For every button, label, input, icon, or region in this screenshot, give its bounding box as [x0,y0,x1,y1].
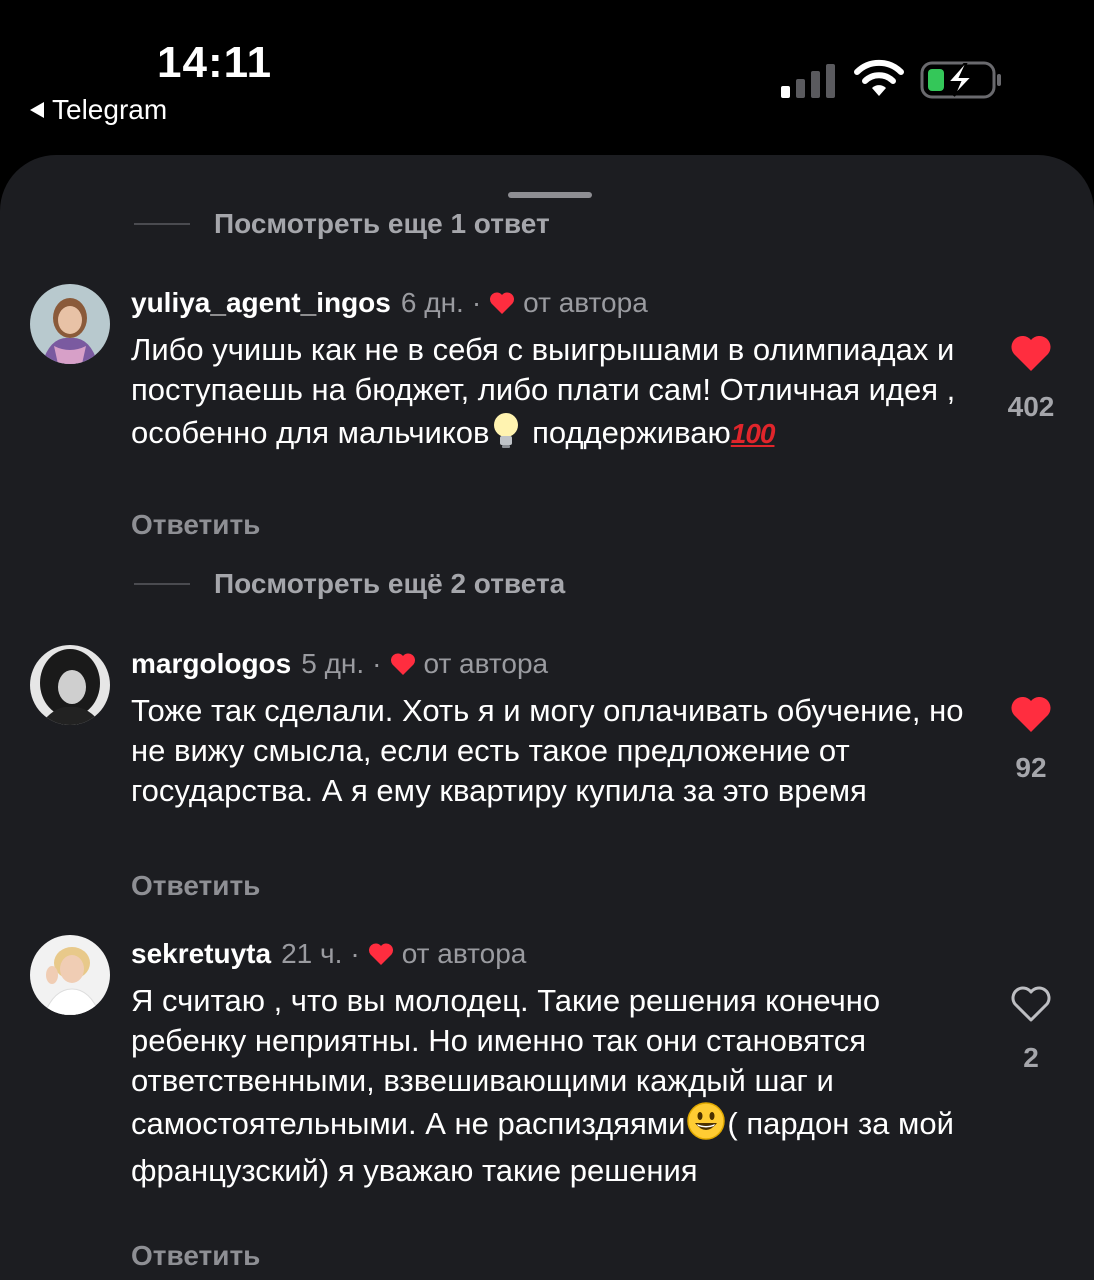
username[interactable]: margologos [131,648,291,680]
like-heart-filled-icon[interactable] [1010,695,1052,733]
comment-text: Тоже так сделали. Хоть я и могу оплачива… [131,693,964,808]
avatar[interactable] [30,935,110,1015]
comment-item: sekretuyta 21 ч. · от автора Я считаю , … [0,935,1094,1280]
view-more-replies-top[interactable]: Посмотреть еще 1 ответ [134,208,550,240]
like-count: 92 [1015,752,1047,783]
username[interactable]: yuliya_agent_ingos [131,287,391,319]
reply-button[interactable]: Ответить [131,870,260,902]
view-more-replies-middle[interactable]: Посмотреть ещё 2 ответа [134,568,565,600]
back-label: Telegram [52,94,168,125]
author-liked-heart-icon [390,653,415,675]
comment-text: Либо учишь как не в себя с выигрышами в … [131,330,971,460]
comment-time: 6 дн. [400,287,464,318]
author-liked-heart-icon [368,943,393,965]
back-to-telegram-button[interactable]: Telegram [30,94,167,126]
liked-by-author-label: от автора [523,287,648,318]
reply-button[interactable]: Ответить [131,509,260,541]
avatar-photo [30,645,110,725]
like-heart-filled-icon[interactable] [1010,334,1052,372]
meta-separator: · [350,938,360,969]
like-heart-outline-icon[interactable] [1010,985,1052,1023]
meta-separator: · [372,648,382,679]
comment-item: yuliya_agent_ingos 6 дн. · от автора Либ… [0,284,1094,547]
comment-meta: yuliya_agent_ingos 6 дн. · от автора [131,287,648,319]
comment-time: 5 дн. [301,648,365,679]
thread-line [134,223,190,225]
comment-meta: margologos 5 дн. · от автора [131,648,548,680]
status-bar: 14:11 Telegram [0,0,1094,150]
lightbulb-emoji-icon [489,410,523,460]
avatar[interactable] [30,645,110,725]
view-more-replies-label: Посмотреть еще 1 ответ [214,208,550,239]
wifi-icon [854,59,904,96]
avatar[interactable] [30,284,110,364]
like-count: 2 [1023,1042,1039,1073]
liked-by-author-label: от автора [423,648,549,679]
avatar-photo [30,284,110,364]
author-liked-heart-icon [490,292,515,314]
cellular-signal-icon [781,64,835,98]
reply-button[interactable]: Ответить [131,1240,260,1272]
status-time: 14:11 [157,38,273,87]
sheet-grabber[interactable] [508,192,592,198]
comment-time: 21 ч. [281,938,343,969]
view-more-replies-label: Посмотреть ещё 2 ответа [214,568,566,599]
like-count: 402 [1007,391,1055,422]
meta-separator: · [471,287,482,318]
comment-text-tail: поддерживаю [523,415,731,451]
comment-item: margologos 5 дн. · от автора Тоже так сд… [0,645,1094,908]
avatar-photo [30,935,110,1015]
back-arrow-icon [30,102,44,118]
comment-text: Я считаю , что вы молодец. Такие решения… [131,981,971,1191]
battery-charging-icon [920,61,1001,99]
username[interactable]: sekretuyta [131,938,271,970]
hundred-points-emoji-icon: 100 [730,418,776,450]
thread-line [134,583,190,585]
comment-meta: sekretuyta 21 ч. · от автора [131,938,526,970]
smiling-face-emoji-icon [685,1101,727,1151]
liked-by-author-label: от автора [401,938,527,969]
comments-sheet: Посмотреть еще 1 ответ yuliya_agent_ingo… [0,155,1094,1280]
